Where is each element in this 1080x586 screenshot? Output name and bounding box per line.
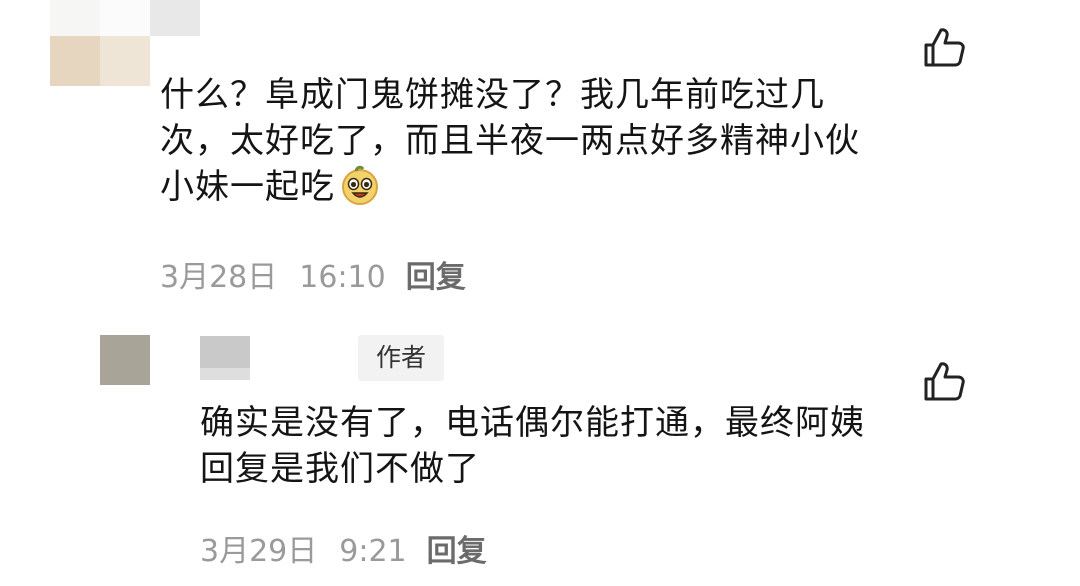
comment-meta: 3月29日 9:21 回复: [200, 526, 487, 570]
reply-button[interactable]: 回复: [406, 260, 466, 295]
comment-text: 什么？阜成门鬼饼摊没了？我几年前吃过几 次，太好吃了，而且半夜一两点好多精神小伙…: [160, 72, 920, 210]
comment-time: 16:10: [299, 260, 386, 295]
comment-meta: 3月28日 16:10 回复: [160, 252, 466, 296]
comment-line: 确实是没有了，电话偶尔能打通，最终阿姨: [200, 403, 865, 443]
grinning-face-emoji-icon: [339, 164, 381, 206]
comment-time: 9:21: [339, 534, 407, 569]
comment-line-text: 小妹一起吃: [160, 167, 335, 207]
reply-button[interactable]: 回复: [427, 534, 487, 569]
comment-line: 小妹一起吃: [160, 164, 920, 210]
comment-date: 3月28日: [160, 260, 278, 295]
comment-date: 3月29日: [200, 534, 318, 569]
author-badge: 作者: [358, 335, 444, 381]
comment-text: 确实是没有了，电话偶尔能打通，最终阿姨 回复是我们不做了: [200, 400, 920, 492]
comment-line: 回复是我们不做了: [200, 449, 480, 489]
thumbs-up-icon[interactable]: [922, 26, 966, 70]
avatar[interactable]: [100, 335, 150, 385]
comment-line: 什么？阜成门鬼饼摊没了？我几年前吃过几: [160, 75, 825, 115]
username-blurred[interactable]: [200, 336, 250, 380]
comment-line: 次，太好吃了，而且半夜一两点好多精神小伙: [160, 121, 860, 161]
thumbs-up-icon[interactable]: [922, 360, 966, 404]
